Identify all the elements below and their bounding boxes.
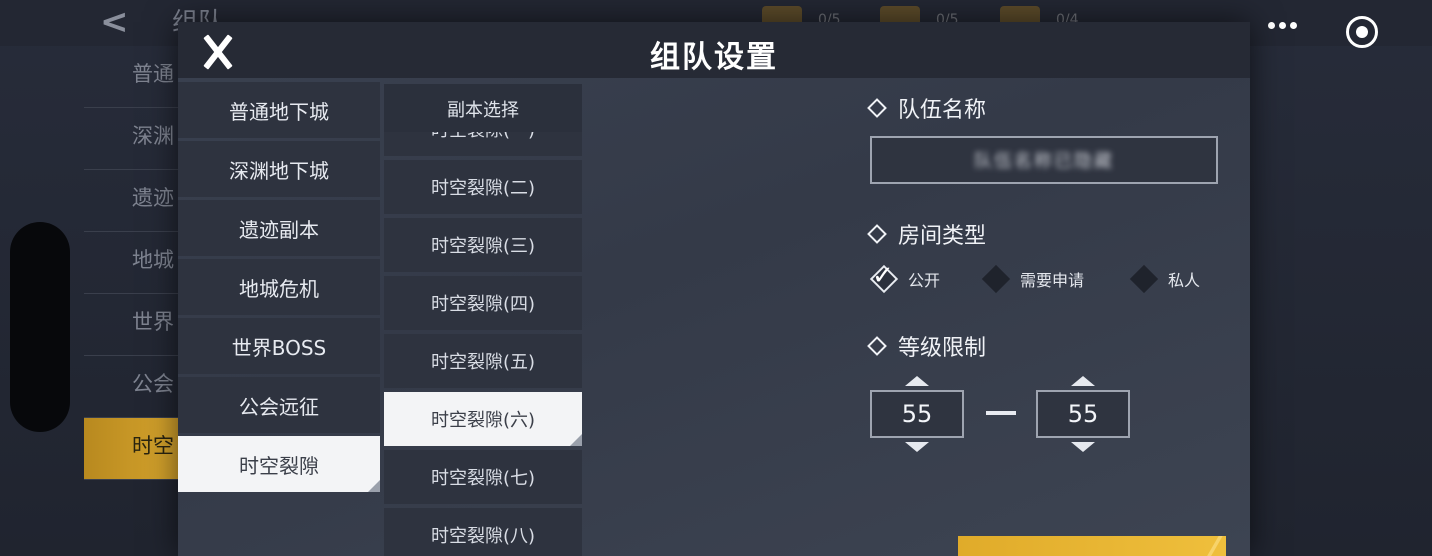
room-type-option-label: 公开 bbox=[908, 271, 941, 290]
arrow-down-icon[interactable] bbox=[1071, 442, 1095, 452]
background-category-list: 普通 深渊 遗迹 地城 世界 公会 时空 bbox=[84, 46, 184, 480]
background-side-pill bbox=[10, 222, 70, 432]
dungeon-item-selected[interactable]: 时空裂隙(六) bbox=[384, 392, 582, 446]
more-options-icon[interactable] bbox=[1266, 10, 1299, 40]
room-type-private-radio[interactable]: 私人 bbox=[1129, 264, 1201, 294]
dialog-title: 组队设置 bbox=[650, 40, 778, 75]
level-min-stepper: 55 bbox=[870, 376, 964, 452]
room-type-label: 房间类型 bbox=[867, 218, 987, 250]
dungeon-select-header: 副本选择 bbox=[384, 84, 582, 134]
category-item[interactable]: 普通地下城 bbox=[178, 82, 380, 138]
level-max-stepper: 55 bbox=[1036, 376, 1130, 452]
dungeon-item[interactable]: 时空裂隙(八) bbox=[384, 508, 582, 556]
arrow-up-icon[interactable] bbox=[905, 376, 929, 386]
category-item[interactable]: 公会远征 bbox=[178, 377, 380, 433]
room-type-option-label: 私人 bbox=[1168, 271, 1201, 290]
arrow-up-icon[interactable] bbox=[1071, 376, 1095, 386]
arrow-down-icon[interactable] bbox=[905, 442, 929, 452]
diamond-icon bbox=[867, 336, 887, 356]
dungeon-item[interactable]: 时空裂隙(四) bbox=[384, 276, 582, 330]
dungeon-item[interactable]: 时空裂隙(七) bbox=[384, 450, 582, 504]
confirm-button[interactable] bbox=[958, 536, 1226, 556]
level-max-value[interactable]: 55 bbox=[1036, 390, 1130, 438]
dungeon-item[interactable]: 时空裂隙(三) bbox=[384, 218, 582, 272]
background-category-item: 时空 bbox=[84, 418, 184, 480]
level-limit-label-text: 等级限制 bbox=[898, 336, 987, 361]
category-item[interactable]: 遗迹副本 bbox=[178, 200, 380, 256]
dungeon-item[interactable]: 时空裂隙(五) bbox=[384, 334, 582, 388]
team-settings-dialog: 组队设置 普通地下城 深渊地下城 遗迹副本 地城危机 世界BOSS 公会远征 时… bbox=[178, 22, 1250, 556]
background-category-item: 普通 bbox=[84, 46, 184, 108]
diamond-icon bbox=[867, 224, 887, 244]
team-name-value: 队伍名称已隐藏 bbox=[974, 151, 1114, 172]
category-item[interactable]: 深渊地下城 bbox=[178, 141, 380, 197]
dialog-header: 组队设置 bbox=[178, 22, 1250, 78]
category-item[interactable]: 世界BOSS bbox=[178, 318, 380, 374]
background-category-item: 公会 bbox=[84, 356, 184, 418]
range-dash bbox=[986, 411, 1016, 415]
category-list: 普通地下城 深渊地下城 遗迹副本 地城危机 世界BOSS 公会远征 时空裂隙 bbox=[178, 82, 380, 495]
room-type-option-label: 需要申请 bbox=[1020, 271, 1085, 290]
team-name-label: 队伍名称 bbox=[867, 92, 987, 124]
dungeon-list[interactable]: 时空裂隙(一) 时空裂隙(二) 时空裂隙(三) 时空裂隙(四) 时空裂隙(五) … bbox=[384, 132, 582, 556]
room-type-public-radio[interactable]: ✓ 公开 bbox=[869, 261, 941, 294]
background-category-item: 深渊 bbox=[84, 108, 184, 170]
team-name-input[interactable]: 队伍名称已隐藏 bbox=[870, 136, 1218, 184]
level-limit-label: 等级限制 bbox=[867, 330, 987, 362]
dungeon-item[interactable]: 时空裂隙(二) bbox=[384, 160, 582, 214]
dungeon-item[interactable]: 时空裂隙(一) bbox=[384, 132, 582, 156]
level-min-value[interactable]: 55 bbox=[870, 390, 964, 438]
category-item-selected[interactable]: 时空裂隙 bbox=[178, 436, 380, 492]
checkmark-icon: ✓ bbox=[872, 261, 894, 291]
background-category-item: 世界 bbox=[84, 294, 184, 356]
room-type-apply-radio[interactable]: 需要申请 bbox=[981, 264, 1085, 294]
room-type-label-text: 房间类型 bbox=[898, 224, 987, 249]
background-category-item: 地城 bbox=[84, 232, 184, 294]
background-category-item: 遗迹 bbox=[84, 170, 184, 232]
back-icon: < bbox=[100, 2, 129, 42]
category-item[interactable]: 地城危机 bbox=[178, 259, 380, 315]
capsule-close-icon[interactable] bbox=[1346, 16, 1378, 48]
team-name-label-text: 队伍名称 bbox=[898, 98, 987, 123]
checkbox-icon bbox=[1129, 264, 1159, 294]
checkbox-icon bbox=[981, 264, 1011, 294]
diamond-icon bbox=[867, 98, 887, 118]
